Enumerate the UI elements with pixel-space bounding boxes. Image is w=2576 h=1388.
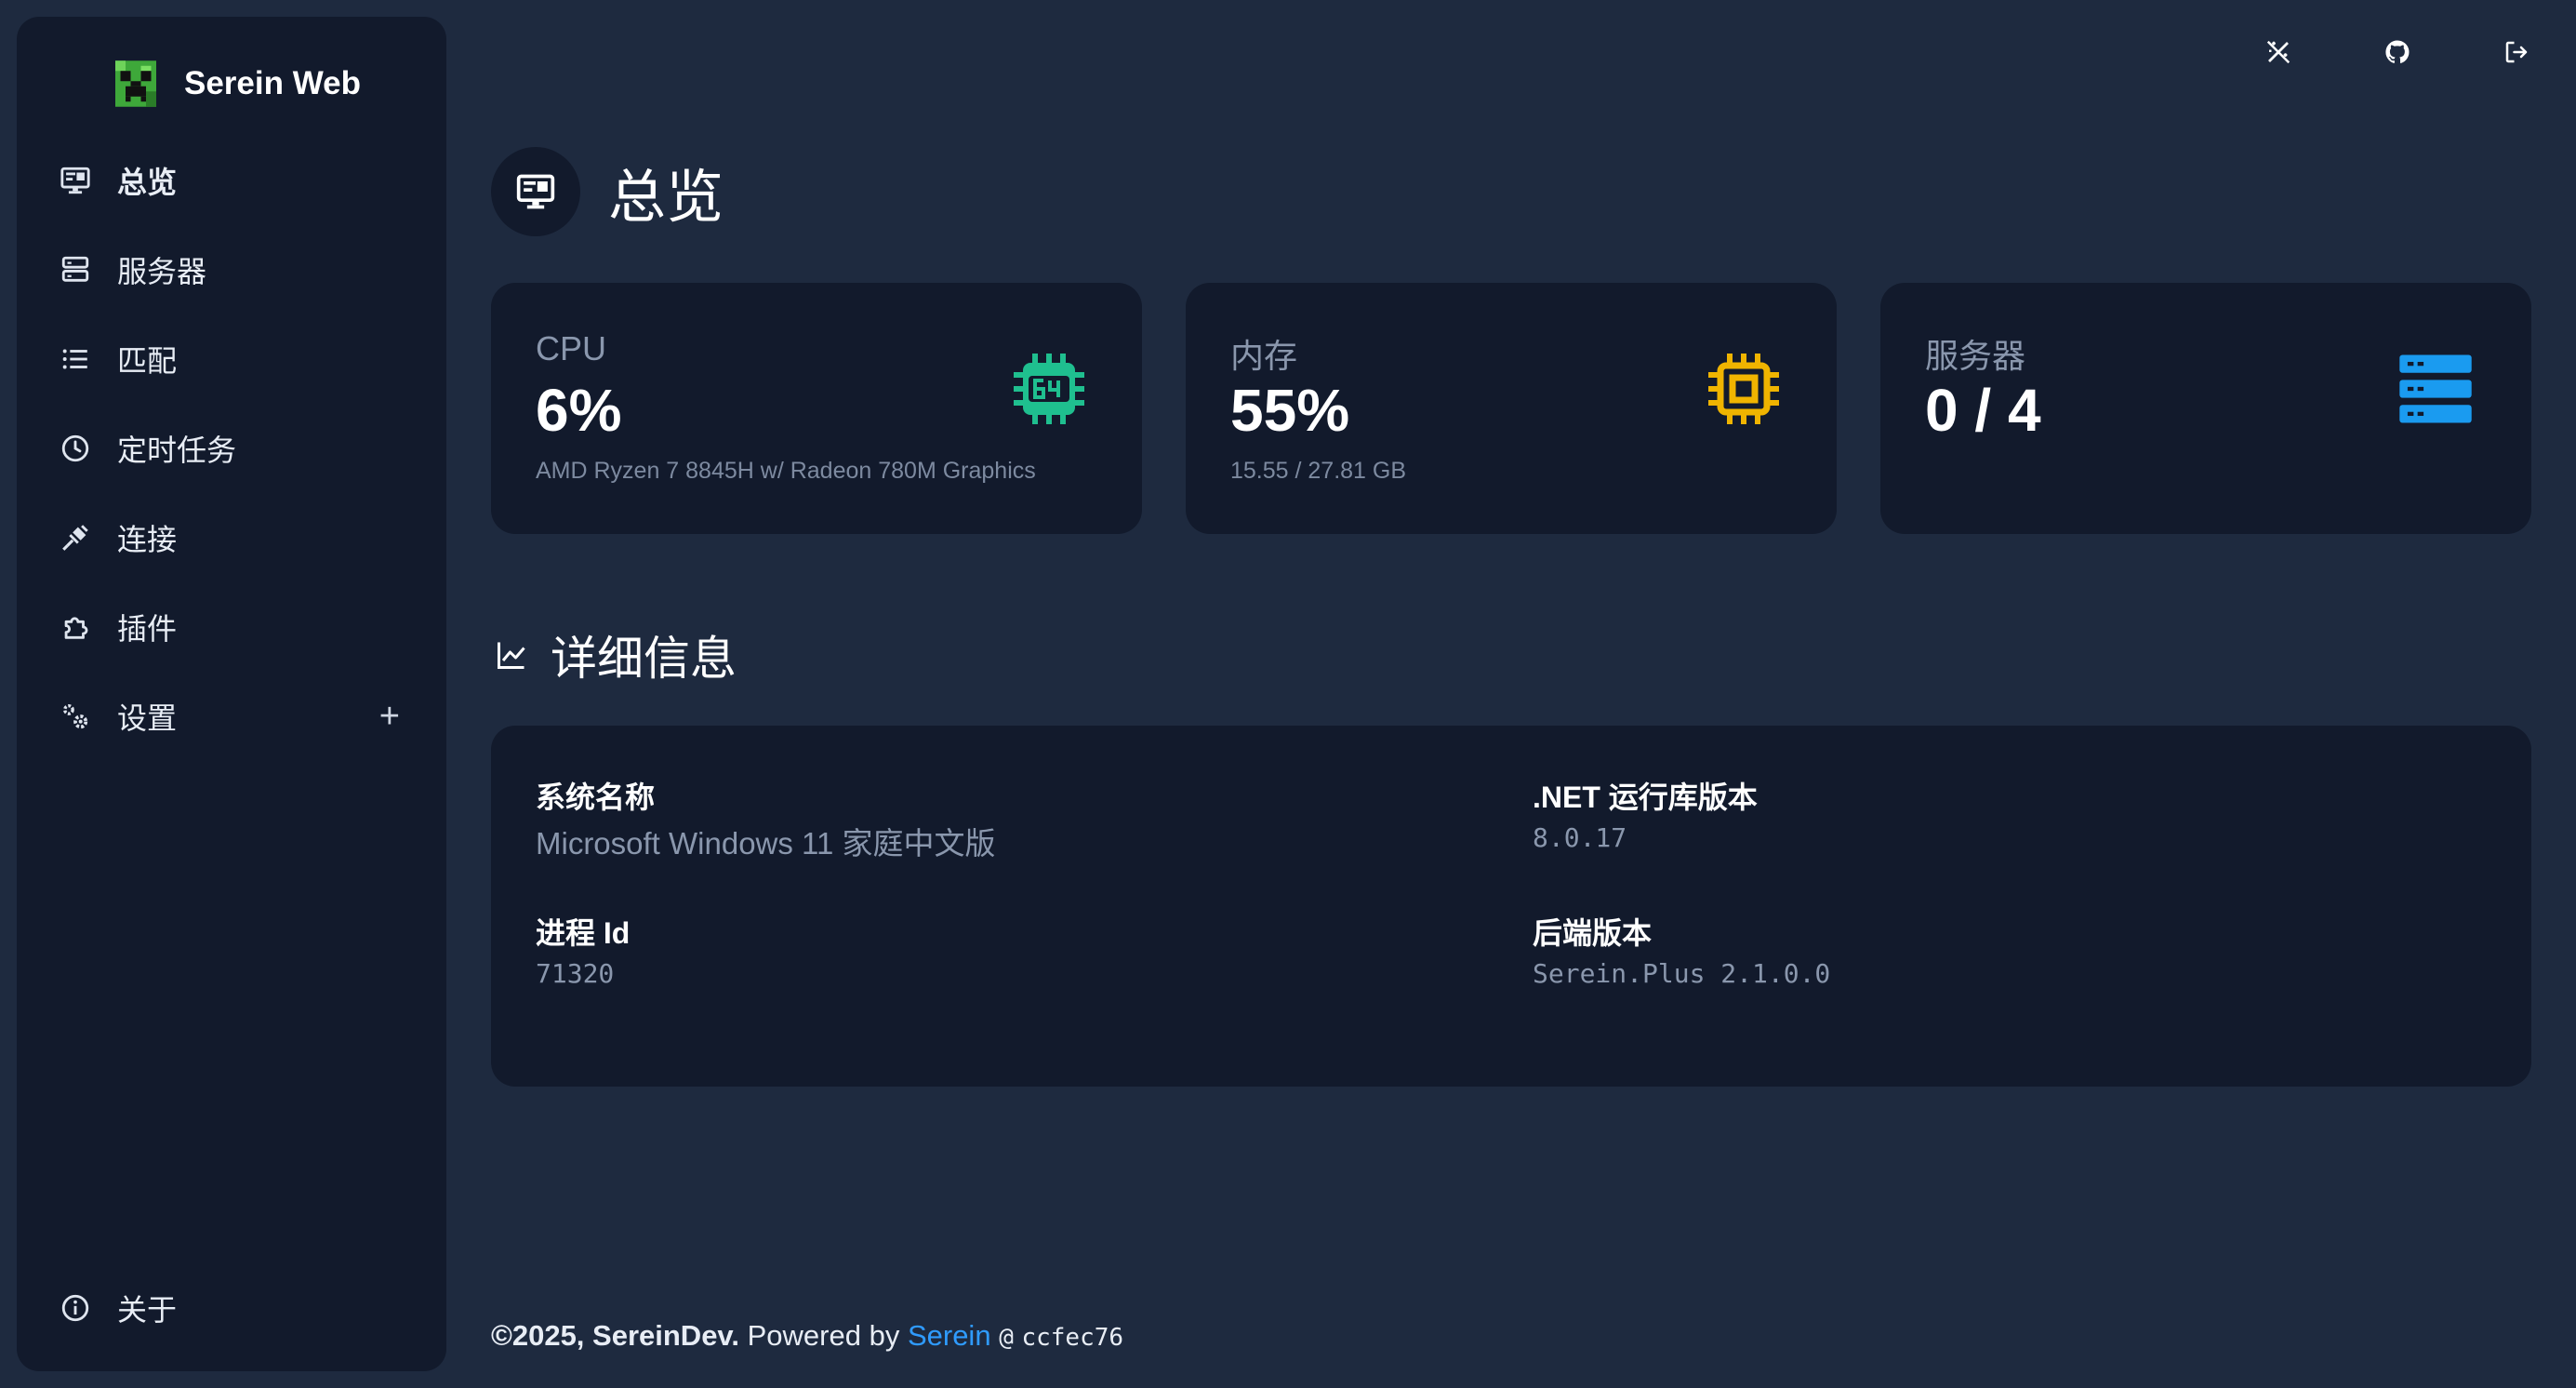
card-label: 服务器 bbox=[1925, 337, 2026, 375]
info-icon bbox=[60, 1292, 119, 1324]
list-icon bbox=[60, 343, 119, 375]
page-icon-badge bbox=[491, 147, 580, 236]
sidebar-item-match[interactable]: 匹配 bbox=[32, 322, 432, 396]
detail-value-pid: 71320 bbox=[536, 958, 615, 989]
page-header: 总览 bbox=[491, 147, 724, 236]
servers-card: 服务器 0 / 4 bbox=[1880, 283, 2531, 534]
monitor-icon bbox=[516, 174, 555, 209]
card-subtitle: AMD Ryzen 7 8845H w/ Radeon 780M Graphic… bbox=[536, 458, 1036, 484]
card-subtitle: 15.55 / 27.81 GB bbox=[1230, 458, 1407, 484]
card-value: 55% bbox=[1230, 377, 1350, 444]
serein-link[interactable]: Serein bbox=[908, 1319, 991, 1352]
page-title: 总览 bbox=[608, 166, 724, 230]
footer-at: @ bbox=[999, 1324, 1014, 1352]
plug-icon bbox=[60, 522, 119, 554]
brand[interactable]: Serein Web bbox=[115, 39, 361, 128]
server-icon bbox=[60, 254, 119, 286]
memory-card: 内存 55% 15.55 / 27.81 GB bbox=[1186, 283, 1837, 534]
clock-icon bbox=[60, 433, 119, 464]
sidebar-item-label: 关于 bbox=[117, 1293, 178, 1327]
monitor-icon bbox=[60, 165, 119, 196]
chip-icon bbox=[1708, 354, 1779, 424]
expand-plus-icon[interactable]: + bbox=[379, 697, 400, 737]
puzzle-icon bbox=[60, 611, 119, 643]
creeper-icon bbox=[115, 60, 156, 107]
card-value: 0 / 4 bbox=[1925, 377, 2041, 444]
section-title: 详细信息 bbox=[551, 633, 737, 685]
sidebar-item-label: 设置 bbox=[117, 701, 178, 735]
sidebar-item-label: 插件 bbox=[117, 612, 178, 646]
app-name: Serein Web bbox=[184, 65, 361, 101]
card-label: 内存 bbox=[1230, 337, 1298, 375]
footer: ©2025, SereinDev. Powered by Serein @ cc… bbox=[491, 1319, 1123, 1353]
sidebar-item-connection[interactable]: 连接 bbox=[32, 500, 432, 575]
sidebar-item-schedule[interactable]: 定时任务 bbox=[32, 411, 432, 486]
details-panel: 系统名称 Microsoft Windows 11 家庭中文版 .NET 运行库… bbox=[491, 726, 2531, 1087]
sidebar-item-label: 连接 bbox=[117, 523, 178, 556]
gears-icon bbox=[60, 701, 119, 732]
detail-key-backend: 后端版本 bbox=[1533, 916, 1653, 950]
line-chart-icon bbox=[498, 642, 525, 669]
sidebar-item-label: 匹配 bbox=[117, 344, 178, 378]
detail-value-backend: Serein.Plus 2.1.0.0 bbox=[1533, 958, 1831, 989]
detail-value-dotnet: 8.0.17 bbox=[1533, 822, 1627, 853]
github-icon[interactable] bbox=[2379, 33, 2416, 71]
sidebar-item-settings[interactable]: 设置 + bbox=[32, 679, 432, 754]
detail-value-os: Microsoft Windows 11 家庭中文版 bbox=[536, 826, 996, 861]
sidebar-item-label: 定时任务 bbox=[117, 434, 237, 467]
magic-wand-icon[interactable] bbox=[2260, 33, 2297, 71]
cpu-card: CPU 6% AMD Ryzen 7 8845H w/ Radeon 780M … bbox=[491, 283, 1142, 534]
commit-hash: ccfec76 bbox=[1021, 1324, 1124, 1352]
logout-icon[interactable] bbox=[2498, 33, 2535, 71]
sidebar-item-plugins[interactable]: 插件 bbox=[32, 590, 432, 664]
sidebar-item-label: 服务器 bbox=[117, 255, 207, 288]
detail-key-os: 系统名称 bbox=[536, 781, 656, 814]
footer-copyright: ©2025, SereinDev. bbox=[491, 1319, 739, 1352]
server-stack-icon bbox=[2399, 354, 2472, 423]
sidebar-item-overview[interactable]: 总览 bbox=[32, 143, 432, 218]
card-label: CPU bbox=[536, 329, 607, 367]
cpu-64-icon bbox=[1014, 354, 1084, 424]
detail-key-dotnet: .NET 运行库版本 bbox=[1533, 781, 1758, 814]
sidebar-item-about[interactable]: 关于 bbox=[32, 1271, 432, 1345]
details-header: 详细信息 bbox=[495, 621, 737, 688]
detail-key-pid: 进程 Id bbox=[536, 916, 631, 950]
sidebar-item-servers[interactable]: 服务器 bbox=[32, 233, 432, 307]
sidebar: Serein Web 总览 服务器 匹配 定时任务 连接 插件 设置 + 关于 bbox=[17, 17, 446, 1371]
footer-powered: Powered by bbox=[747, 1319, 900, 1352]
sidebar-item-label: 总览 bbox=[117, 166, 178, 199]
card-value: 6% bbox=[536, 377, 622, 444]
